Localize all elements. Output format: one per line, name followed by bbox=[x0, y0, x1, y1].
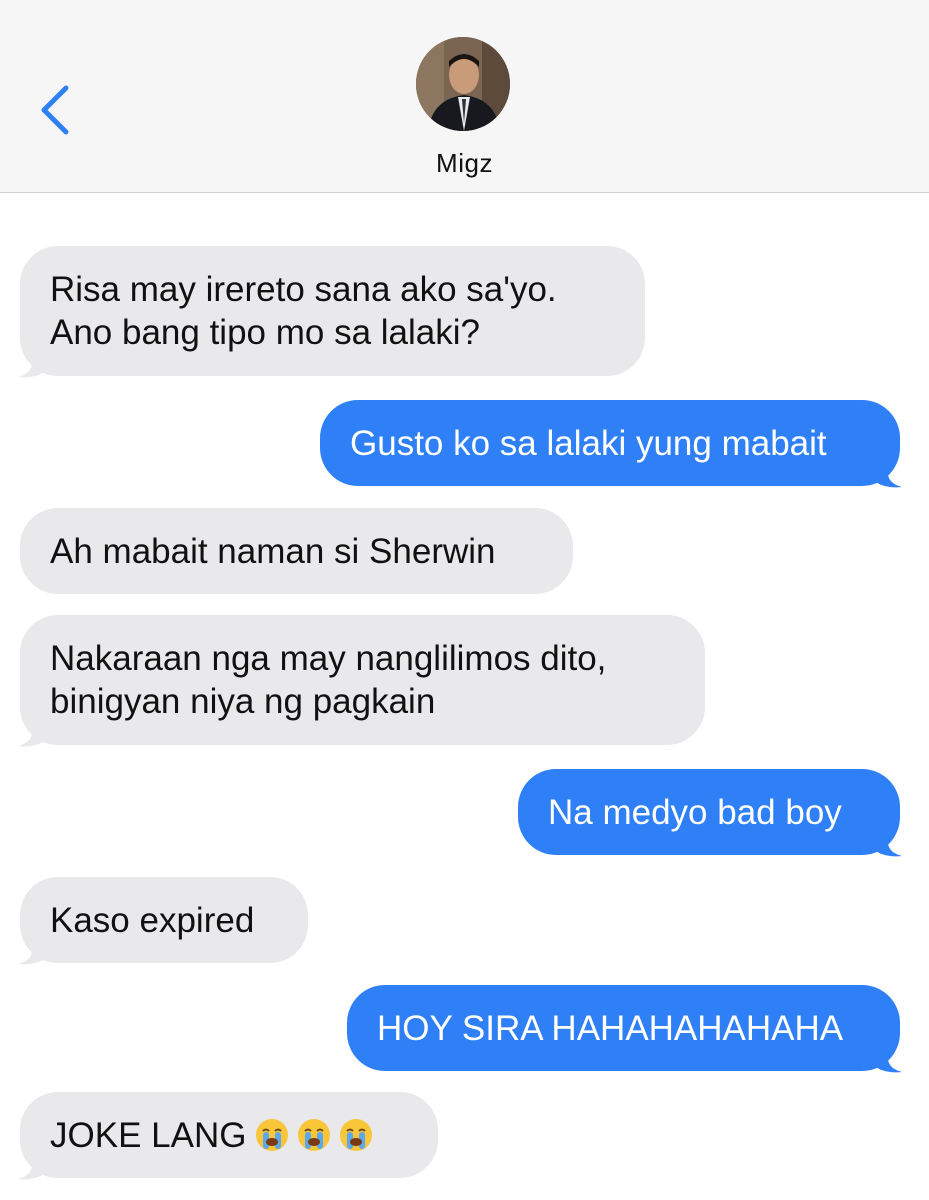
outgoing-bubble-tail bbox=[872, 818, 902, 857]
message-line: HOY SIRA HAHAHAHAHAHA bbox=[377, 1008, 844, 1048]
message-line: Na medyo bad boy bbox=[548, 792, 842, 832]
message-line: binigyan niya ng pagkain bbox=[50, 682, 436, 721]
outgoing-message[interactable]: HOY SIRA HAHAHAHAHAHA bbox=[347, 985, 900, 1071]
message-thread: Risa may irereto sana ako sa'yo. Ano ban… bbox=[0, 193, 929, 1200]
incoming-bubble-tail bbox=[18, 926, 48, 965]
contact-avatar[interactable] bbox=[416, 37, 510, 131]
incoming-message[interactable]: Nakaraan nga may nanglilimos dito, binig… bbox=[20, 615, 705, 745]
message-line: Gusto ko sa lalaki yung mabait bbox=[350, 423, 827, 463]
outgoing-bubble-tail bbox=[872, 449, 902, 488]
message-line: JOKE LANG bbox=[50, 1115, 247, 1155]
incoming-bubble-tail bbox=[18, 708, 48, 747]
incoming-bubble-tail bbox=[18, 339, 48, 378]
message-line: Ano bang tipo mo sa lalaki? bbox=[50, 313, 480, 352]
back-button[interactable] bbox=[34, 80, 84, 140]
outgoing-message[interactable]: Na medyo bad boy bbox=[518, 769, 900, 855]
crying-face-emoji bbox=[256, 1119, 289, 1151]
message-line: Risa may irereto sana ako sa'yo. bbox=[50, 270, 557, 309]
incoming-bubble-tail bbox=[18, 1141, 48, 1180]
contact-name[interactable]: Migz bbox=[0, 148, 929, 179]
incoming-message[interactable]: JOKE LANG bbox=[20, 1092, 438, 1178]
message-line: Ah mabait naman si Sherwin bbox=[50, 531, 496, 571]
conversation-header: Migz bbox=[0, 0, 929, 193]
message-line: Kaso expired bbox=[50, 900, 255, 940]
message-line: Nakaraan nga may nanglilimos dito, bbox=[50, 639, 607, 678]
outgoing-message[interactable]: Gusto ko sa lalaki yung mabait bbox=[320, 400, 900, 486]
avatar-photo bbox=[416, 37, 510, 131]
incoming-message[interactable]: Ah mabait naman si Sherwin bbox=[20, 508, 573, 594]
incoming-message[interactable]: Risa may irereto sana ako sa'yo. Ano ban… bbox=[20, 246, 645, 376]
crying-face-emoji bbox=[298, 1119, 331, 1151]
outgoing-bubble-tail bbox=[872, 1034, 902, 1073]
crying-face-emoji bbox=[340, 1119, 373, 1151]
chevron-left-icon bbox=[41, 85, 69, 135]
incoming-message[interactable]: Kaso expired bbox=[20, 877, 308, 963]
